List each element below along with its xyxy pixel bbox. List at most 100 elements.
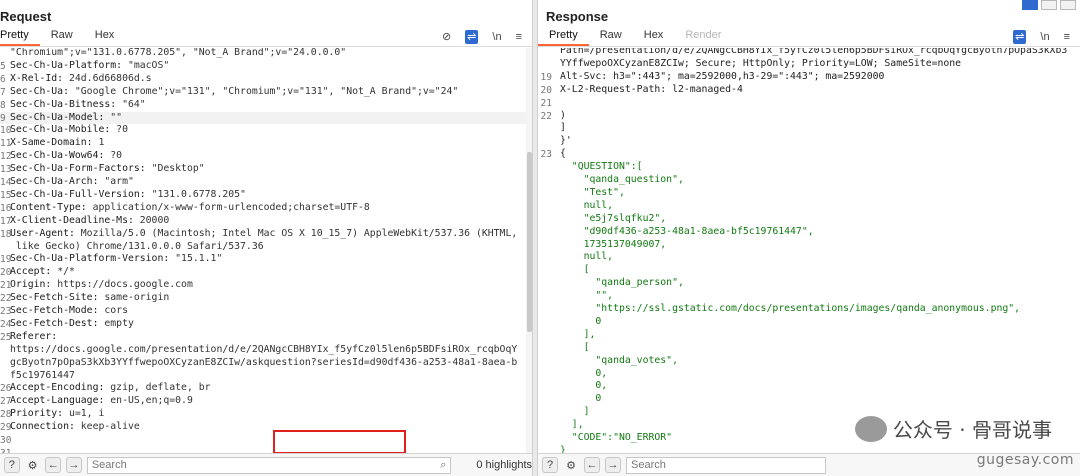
header-name: Origin: [10,279,58,291]
code-line: "qanda_votes", [560,354,678,366]
code-line: Accept: */* [10,266,75,279]
code-line: 0 [560,393,602,405]
help-icon[interactable]: ? [4,457,20,473]
code-line: Referer: [10,331,63,344]
request-search-input[interactable]: Search ⌕ [86,456,452,474]
wrap-icon[interactable]: ⇌ [1013,30,1027,44]
header-name: X-Same-Domain: [10,137,99,149]
tab-hex[interactable]: Hex [84,28,126,46]
tab-raw[interactable]: Raw [40,28,84,46]
forward-arrow-icon[interactable]: → [605,457,621,473]
header-value: https://docs.google.com/presentation/d/e… [10,343,518,355]
response-editor[interactable]: Path=/presentation/d/e/2QANgcCBH8YIx_f5y… [538,48,1080,453]
tab-raw[interactable]: Raw [589,28,633,46]
hide-icon[interactable]: ⊘ [442,30,451,44]
header-value: gzip, deflate, br [110,382,211,394]
code-line: Content-Type: application/x-www-form-url… [10,202,370,215]
code-line: f5c19761447 [10,370,75,383]
code-line: "CODE":"NO_ERROR" [560,432,673,443]
forward-arrow-icon[interactable]: → [66,457,82,473]
header-name: User-Agent: [10,227,81,239]
line-number: 16 [0,202,12,214]
header-value: application/x-www-form-urlencoded;charse… [92,201,370,213]
header-value: keep-alive [80,421,140,433]
code-line: "https://ssl.gstatic.com/docs/presentati… [560,303,1021,314]
header-value: 1 [98,137,105,149]
header-name: Priority: [10,408,69,420]
line-number: 30 [0,435,12,446]
code-line: X-Client-Deadline-Ms: 20000 [10,215,169,228]
header-value: like Gecko) Chrome/131.0.0.0 Safari/537.… [10,240,264,252]
line-number: 9 [0,112,6,124]
header-name: Sec-Fetch-Site: [10,292,105,304]
header-value: same-origin [104,292,170,304]
code-line: Sec-Ch-Ua-Mobile: ?0 [10,124,128,137]
menu-icon[interactable]: ≡ [1064,30,1070,44]
gear-icon[interactable]: ⚙ [563,457,579,473]
line-number: 23 [0,306,12,317]
code-line: Sec-Ch-Ua-Full-Version: "131.0.6778.205" [10,189,246,202]
wrap-icon[interactable]: ⇌ [465,30,479,44]
highlight-box [273,430,406,454]
code-line: ], [560,328,596,340]
back-arrow-icon[interactable]: ← [45,457,62,473]
tab-pretty[interactable]: Pretty [0,28,40,46]
layout-buttons [1022,0,1076,10]
code-line: 0 [560,315,602,327]
code-line: Origin: https://docs.google.com [10,279,193,292]
code-line: ] [560,122,566,134]
help-icon[interactable]: ? [542,457,558,473]
header-value: "131.0.6778.205" [151,188,246,200]
line-number: 29 [0,422,12,434]
code-line: Sec-Fetch-Site: same-origin [10,292,169,305]
code-line: Sec-Ch-Ua-Wow64: ?0 [10,150,122,163]
line-number: 17 [0,215,12,227]
header-value: "macOS" [127,59,170,71]
request-editor[interactable]: "Chromium";v="131.0.6778.205", "Not_A Br… [0,48,532,453]
back-arrow-icon[interactable]: ← [584,457,600,473]
line-number: 23 [540,149,552,161]
code-line: Sec-Ch-Ua-Model: "" [10,112,122,125]
header-value: https://docs.google.com [57,279,193,291]
code-line: Connection: keep-alive [10,421,140,434]
code-line: null, [560,199,614,211]
code-line: Sec-Ch-Ua-Platform: "macOS" [10,60,169,73]
tab-hex[interactable]: Hex [633,28,675,46]
line-number: 27 [0,396,12,408]
code-line: Alt-Svc: h3=":443"; ma=2592000,h3-29=":4… [560,70,885,82]
code-line: }' [560,135,572,147]
code-line: Sec-Ch-Ua: "Google Chrome";v="131", "Chr… [10,86,458,99]
gear-icon[interactable]: ⚙ [25,457,41,473]
header-name: Sec-Ch-Ua-Arch: [10,176,105,187]
header-name: Content-Type: [10,201,93,213]
code-line: 1735137049007, [560,238,667,250]
tab-pretty[interactable]: Pretty [538,28,589,46]
request-tab-tools: ⊘ ⇌ \n ≡ [442,30,522,44]
code-line: gcByotn7pOpaS3kXb3YYffwepoOXCyzanE8ZCIw/… [10,357,517,370]
header-name: Sec-Ch-Ua-Full-Version: [10,188,152,200]
watermark-site: gugesay.com [976,452,1074,468]
code-line: } [560,444,566,453]
layout-split-icon[interactable] [1022,0,1038,10]
header-value: Mozilla/5.0 (Macintosh; Intel Mac OS X 1… [80,227,518,239]
code-line: 0, [560,380,608,392]
menu-icon[interactable]: ≡ [516,30,522,44]
code-line: Accept-Language: en-US,en;q=0.9 [10,395,193,408]
newline-icon[interactable]: \n [492,30,501,44]
line-number: 13 [0,164,12,176]
layout-horizontal-icon[interactable] [1041,0,1057,10]
newline-icon[interactable]: \n [1040,30,1049,44]
header-value: u=1, i [68,408,105,420]
layout-tabs-icon[interactable] [1060,0,1076,10]
header-name: Sec-Ch-Ua: [10,85,75,97]
header-name: Sec-Ch-Ua-Form-Factors: [10,163,152,175]
code-line: Sec-Ch-Ua-Platform-Version: "15.1.1" [10,253,222,266]
code-line: Path=/presentation/d/e/2QANgcCBH8YIx_f5y… [560,48,1068,56]
header-value: ?0 [110,150,123,162]
code-line: https://docs.google.com/presentation/d/e… [10,344,517,357]
header-name: Sec-Ch-Ua-Bitness: [10,98,123,110]
highlights-count: 0 highlights [476,459,532,471]
code-line: "qanda_person", [560,277,684,289]
response-search-input[interactable]: Search [626,456,826,474]
request-pane: Request Pretty Raw Hex ⊘ ⇌ \n ≡ "Chromiu… [0,0,532,476]
